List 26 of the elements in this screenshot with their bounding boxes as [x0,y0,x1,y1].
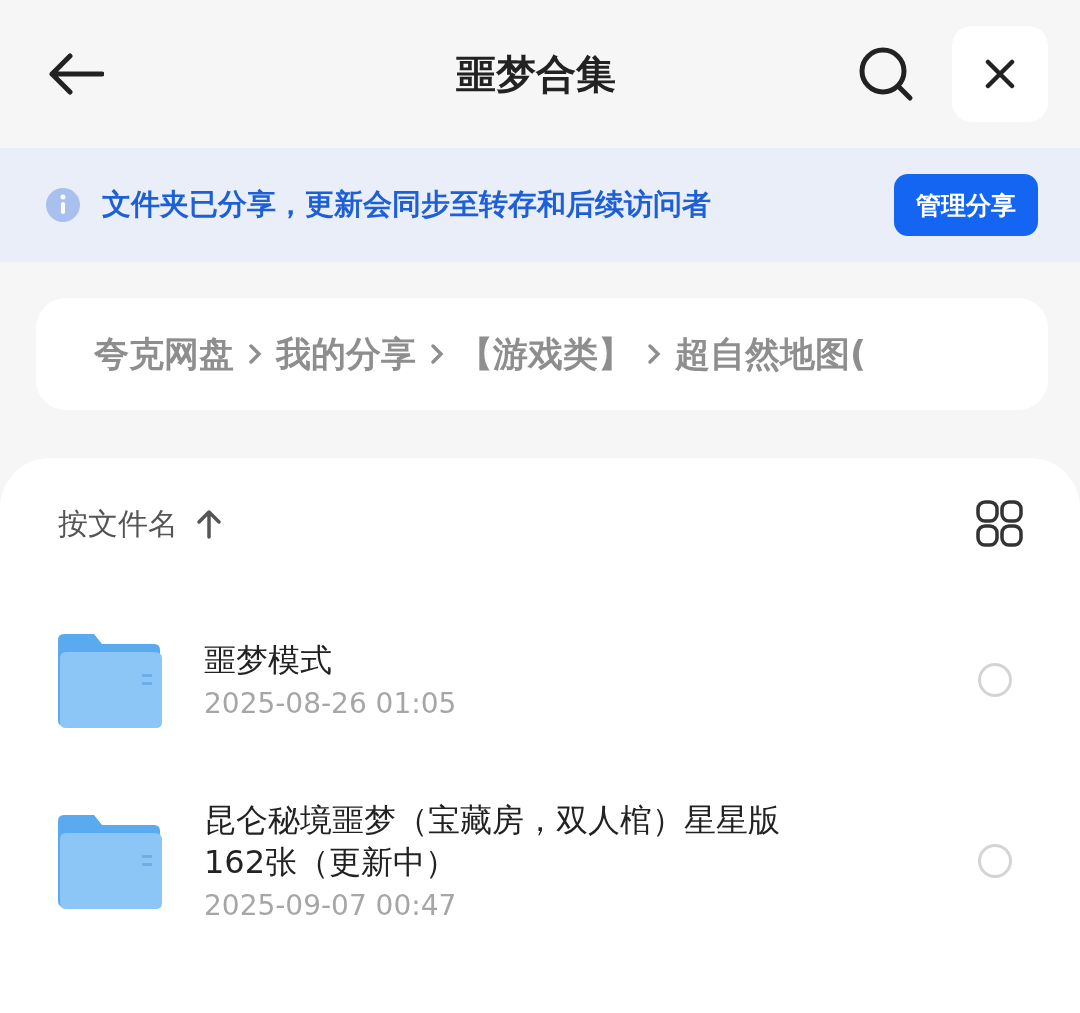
info-icon [46,188,80,222]
breadcrumb-link[interactable]: 超自然地图( [675,330,866,378]
back-button[interactable] [48,52,104,96]
manage-share-button[interactable]: 管理分享 [894,174,1038,236]
modified-date: 2025-09-07 00:47 [204,889,458,923]
folder-name[interactable]: 昆仑秘境噩梦（宝藏房，双人棺）星星版162张（更新中） [204,800,824,884]
folder-name[interactable]: 噩梦模式 [204,639,824,682]
modified-date: 2025-08-26 01:05 [204,687,458,721]
breadcrumb-link[interactable]: 【游戏类】 [458,330,633,378]
arrow-up-icon [196,509,222,539]
page-title: 噩梦合集 [456,49,616,99]
chevron-icon [430,343,444,365]
folder-icon [58,813,162,910]
breadcrumb-link[interactable]: 夸克网盘 [94,330,234,378]
select-radio[interactable] [978,844,1012,879]
select-radio[interactable] [978,663,1012,697]
search-button[interactable] [858,46,914,102]
breadcrumb-link[interactable]: 我的分享 [276,330,416,378]
chevron-icon [248,343,262,365]
grid-view-button[interactable] [976,500,1024,548]
folder-icon [58,632,162,728]
close-button[interactable] [952,26,1048,122]
share-notice: 文件夹已分享，更新会同步至转存和后续访问者 [102,186,712,223]
chevron-icon [647,343,661,365]
close-icon [985,59,1015,89]
sort-button[interactable]: 按文件名 [58,503,222,545]
